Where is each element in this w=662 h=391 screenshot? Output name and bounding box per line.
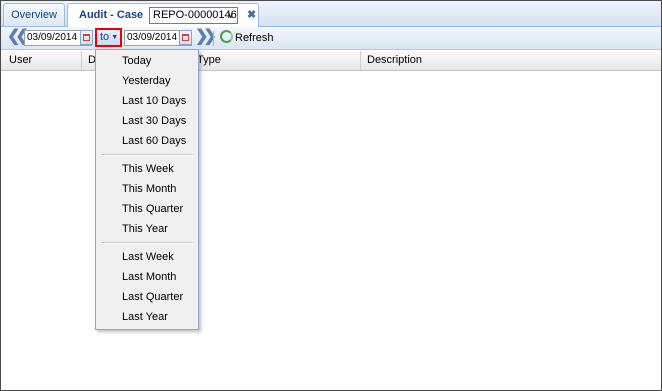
menu-item-last-30-days[interactable]: Last 30 Days (97, 112, 197, 130)
record-select[interactable]: REPO-00000146 ∨ (149, 7, 238, 24)
menu-item-last-month[interactable]: Last Month (97, 268, 197, 286)
tab-audit-case[interactable]: Audit - Case REPO-00000146 ∨ ✖ (67, 3, 259, 27)
menu-item-this-year[interactable]: This Year (97, 220, 197, 238)
menu-item-last-week[interactable]: Last Week (97, 248, 197, 266)
menu-item-this-week[interactable]: This Week (97, 160, 197, 178)
date-range-menu: Today Yesterday Last 10 Days Last 30 Day… (95, 49, 199, 330)
menu-item-last-10-days[interactable]: Last 10 Days (97, 92, 197, 110)
menu-separator (101, 154, 193, 156)
menu-item-this-month[interactable]: This Month (97, 180, 197, 198)
column-header-user[interactable]: User (1, 51, 82, 70)
menu-separator (101, 242, 193, 244)
to-calendar-icon[interactable] (179, 30, 192, 45)
toolbar: ❮❮ 03/09/2014 to ▼ 03/09/2014 ❯❯ Refresh (1, 27, 661, 50)
tab-strip: Overview Audit - Case REPO-00000146 ∨ ✖ (1, 1, 661, 27)
date-range-button[interactable]: to ▼ (95, 28, 122, 47)
menu-item-yesterday[interactable]: Yesterday (97, 72, 197, 90)
from-calendar-icon[interactable] (80, 30, 93, 45)
menu-item-last-quarter[interactable]: Last Quarter (97, 288, 197, 306)
tab-overview[interactable]: Overview (3, 3, 65, 26)
date-range-label: to (100, 31, 110, 43)
tab-audit-case-label: Audit - Case (79, 9, 144, 21)
audit-window: Overview Audit - Case REPO-00000146 ∨ ✖ … (0, 0, 662, 391)
caret-down-icon: ▼ (111, 34, 119, 41)
chevron-down-icon: ∨ (227, 10, 234, 20)
toolbar-separator (213, 31, 214, 46)
next-period-icon[interactable]: ❯❯ (195, 28, 217, 46)
previous-period-icon[interactable]: ❮❮ (7, 28, 29, 46)
refresh-icon (220, 30, 233, 43)
column-header-description[interactable]: Description (361, 51, 661, 70)
column-header-type[interactable]: Type (191, 51, 361, 70)
menu-item-this-quarter[interactable]: This Quarter (97, 200, 197, 218)
refresh-label: Refresh (235, 32, 274, 44)
close-icon[interactable]: ✖ (247, 4, 256, 26)
menu-item-last-year[interactable]: Last Year (97, 308, 197, 326)
menu-item-today[interactable]: Today (97, 52, 197, 70)
menu-item-last-60-days[interactable]: Last 60 Days (97, 132, 197, 150)
refresh-button[interactable]: Refresh (220, 29, 274, 47)
record-select-value: REPO-00000146 (153, 9, 237, 21)
